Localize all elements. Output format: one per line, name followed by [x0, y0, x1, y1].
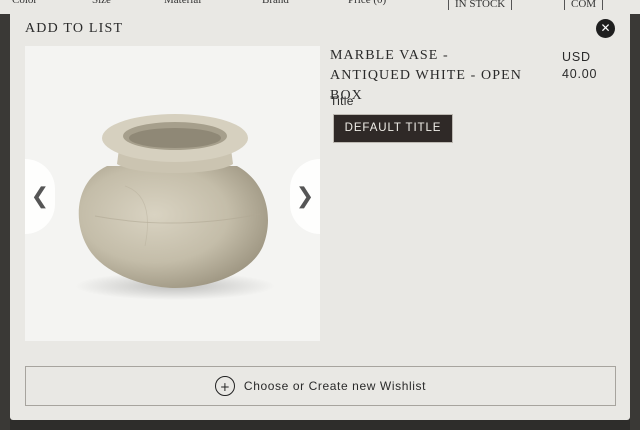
choose-wishlist-button[interactable]: + Choose or Create new Wishlist	[25, 366, 616, 406]
modal-title: ADD TO LIST	[25, 21, 124, 36]
filter-size[interactable]: Size	[92, 0, 111, 10]
option-label: Title	[330, 94, 354, 108]
page-edge-left	[0, 14, 10, 430]
variant-default-title-button[interactable]: DEFAULT TITLE	[333, 114, 453, 143]
price-amount: 40.00	[562, 67, 598, 81]
product-name: MARBLE VASE - ANTIQUED WHITE - OPEN BOX	[330, 48, 522, 103]
product-price: USD 40.00	[562, 49, 612, 83]
price-currency: USD	[562, 50, 591, 64]
filter-color[interactable]: Color	[12, 0, 37, 10]
marble-vase-photo-icon	[75, 114, 275, 300]
plus-circle-icon: +	[214, 376, 235, 396]
wishlist-button-label: Choose or Create new Wishlist	[243, 379, 427, 393]
add-to-list-modal: ADD TO LIST ✕ ❮ ❯ MARBLE VASE - ANTIQUED…	[10, 10, 630, 420]
filter-price[interactable]: Price (0)	[348, 0, 386, 10]
product-image-carousel: ❮ ❯	[25, 46, 320, 341]
page-edge-right	[630, 14, 640, 430]
close-button[interactable]: ✕	[596, 19, 615, 38]
filter-material[interactable]: Material	[164, 0, 201, 10]
filter-brand[interactable]: Brand	[262, 0, 289, 10]
